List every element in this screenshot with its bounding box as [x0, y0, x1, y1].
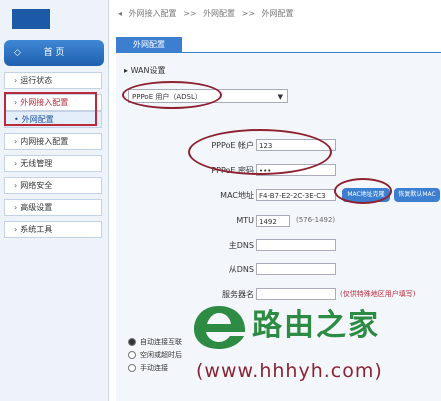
breadcrumb: ◂ 外网接入配置 >> 外网配置 >> 外网配置 — [118, 8, 298, 19]
section-title: ▸ WAN设置 — [124, 66, 166, 75]
annotation-ellipse-mac-clone — [334, 178, 392, 204]
breadcrumb-separator: >> — [241, 9, 256, 18]
sidebar-item-label: 无线管理 — [20, 159, 53, 168]
sidebar-item-label: 系统工具 — [20, 225, 53, 234]
connect-mode-label: 手动连接 — [140, 364, 168, 372]
watermark-url: (www.hhhyh.com) — [196, 360, 383, 382]
chevron-right-icon: › — [14, 203, 18, 212]
connect-mode-label: 自动连接互联 — [140, 338, 182, 346]
home-button-label: 首 页 — [43, 48, 65, 58]
chevron-right-icon: › — [14, 137, 18, 146]
section-title-text: WAN设置 — [130, 66, 166, 75]
home-button[interactable]: ◇ 首 页 — [4, 40, 104, 66]
mtu-label: MTU — [236, 216, 254, 225]
home-icon: ◇ — [14, 48, 21, 58]
content-panel: ▸ WAN设置 PPPoE 用户（ADSL） ▼ PPPoE 帐户 123 PP… — [116, 53, 441, 401]
dns-secondary-field[interactable] — [256, 263, 336, 275]
server-name-hint: (仅供特殊地区用户填写) — [340, 290, 416, 298]
sidebar-item-tools[interactable]: › 系统工具 — [4, 221, 102, 238]
chevron-right-icon: › — [14, 181, 18, 190]
annotation-ellipse-pppoe — [188, 129, 332, 175]
sidebar-item-label: 高级设置 — [20, 203, 53, 212]
server-name-field[interactable] — [256, 288, 336, 300]
sidebar-item-status[interactable]: › 运行状态 — [4, 72, 102, 89]
connect-mode-label: 空闲或超时后 — [140, 351, 182, 359]
breadcrumb-item[interactable]: 外网配置 — [203, 9, 235, 18]
sidebar-item-security[interactable]: › 网络安全 — [4, 177, 102, 194]
connect-mode-timeout[interactable]: 空闲或超时后 — [128, 350, 182, 360]
breadcrumb-item: 外网配置 — [261, 9, 294, 18]
sidebar-item-advanced[interactable]: › 高级设置 — [4, 199, 102, 216]
connect-mode-auto[interactable]: 自动连接互联 — [128, 337, 182, 347]
watermark-brand: 路由之家 — [252, 308, 380, 343]
dns-primary-label: 主DNS — [228, 241, 254, 250]
breadcrumb-separator: >> — [183, 9, 197, 18]
mac-field[interactable]: F4-B7-E2-2C-3E-C3 — [256, 189, 336, 201]
sidebar: ◇ 首 页 › 运行状态 › 外网接入配置 • 外网配置 › 内网接入配置 › 无线管理 … — [0, 0, 109, 401]
dns-primary-field[interactable] — [256, 239, 336, 251]
radio-icon[interactable] — [128, 364, 136, 372]
logo — [12, 9, 50, 29]
annotation-highlight-rect — [4, 92, 97, 126]
mtu-field[interactable]: 1492 — [256, 215, 290, 227]
watermark-logo-icon — [194, 306, 246, 349]
dns-secondary-label: 从DNS — [228, 265, 254, 274]
breadcrumb-item[interactable]: 外网接入配置 — [129, 9, 177, 18]
sidebar-item-label: 网络安全 — [20, 181, 53, 190]
mac-label: MAC地址 — [220, 191, 254, 200]
connect-mode-manual[interactable]: 手动连接 — [128, 363, 168, 373]
tab-wan-config[interactable]: 外网配置 — [116, 37, 182, 52]
tab-strip: 外网配置 — [116, 34, 441, 53]
sidebar-item-lan-config[interactable]: › 内网接入配置 — [4, 133, 102, 150]
breadcrumb-arrow-icon: ◂ — [118, 9, 123, 18]
sidebar-item-label: 运行状态 — [20, 76, 53, 85]
sidebar-item-label: 内网接入配置 — [20, 137, 69, 146]
radio-checked-icon[interactable] — [128, 338, 136, 346]
sidebar-item-wireless[interactable]: › 无线管理 — [4, 155, 102, 172]
dropdown-caret-icon: ▼ — [277, 93, 283, 101]
mac-restore-button[interactable]: 恢复默认MAC — [394, 188, 440, 202]
mtu-hint: (576-1492) — [296, 216, 336, 224]
chevron-right-icon: › — [14, 225, 18, 234]
chevron-right-icon: › — [14, 159, 18, 168]
chevron-right-icon: › — [14, 76, 18, 85]
server-name-label: 服务器名 — [222, 290, 254, 299]
annotation-ellipse-mode — [122, 81, 222, 109]
radio-icon[interactable] — [128, 351, 136, 359]
